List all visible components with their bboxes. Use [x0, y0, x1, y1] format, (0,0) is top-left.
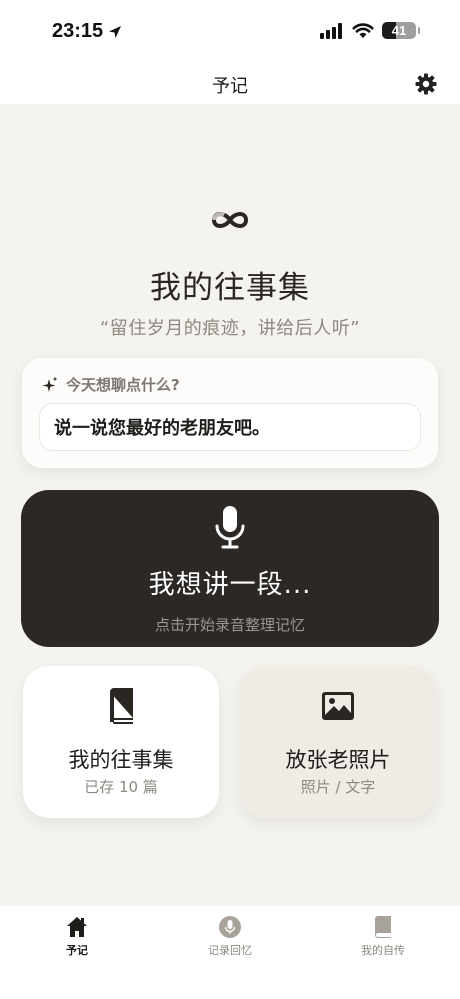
book-icon: [375, 916, 391, 938]
hero-subtitle: “留住岁月的痕迹，讲给后人听”: [99, 318, 361, 339]
tile-title: 我的往事集: [68, 748, 174, 772]
book-icon: [110, 688, 133, 724]
tab-label: 记录回忆: [208, 944, 252, 957]
status-time: 23:15: [52, 20, 123, 43]
time-text: 23:15: [52, 20, 104, 42]
hero-title: 我的往事集: [150, 270, 310, 306]
record-title: 我想讲一段...: [148, 570, 312, 600]
tab-my-autobiography[interactable]: 我的自传: [333, 916, 433, 958]
status-bar: 23:15 41: [0, 0, 460, 64]
microphone-icon: [215, 506, 245, 549]
battery-text: 41: [391, 23, 407, 38]
location-arrow-icon: [109, 25, 122, 38]
tab-label: 予记: [66, 944, 88, 957]
nav-bar: 予记: [0, 64, 460, 104]
home-icon: [67, 917, 87, 937]
tile-title: 放张老照片: [285, 748, 391, 772]
image-icon: [322, 692, 354, 720]
tab-record-memory[interactable]: 记录回忆: [180, 916, 280, 958]
record-memory-button[interactable]: 我想讲一段... 点击开始录音整理记忆: [21, 490, 439, 647]
add-old-photo-tile[interactable]: 放张老照片 照片 / 文字: [240, 666, 436, 818]
wifi-icon: [352, 22, 374, 38]
signal-icon: [320, 22, 342, 39]
tab-home[interactable]: 予记: [27, 916, 127, 958]
prompt-heading: 今天想聊点什么?: [66, 376, 180, 394]
sparkles-icon: [42, 376, 58, 392]
infinity-icon: [211, 212, 249, 228]
tile-subtitle: 已存 10 篇: [84, 778, 158, 796]
tile-subtitle: 照片 / 文字: [300, 778, 376, 796]
record-subtitle: 点击开始录音整理记忆: [154, 616, 305, 634]
status-icons: 41: [320, 22, 420, 39]
mic-circle-icon: [219, 916, 241, 938]
topic-prompt-card: 今天想聊点什么? 说一说您最好的老朋友吧。: [22, 358, 438, 468]
tab-bar: 予记 记录回忆 我的自传: [0, 906, 460, 999]
settings-gear-icon[interactable]: [414, 72, 438, 96]
memories-collection-tile[interactable]: 我的往事集 已存 10 篇: [23, 666, 219, 818]
page-title: 予记: [212, 76, 248, 97]
topic-suggestion[interactable]: 说一说您最好的老朋友吧。: [39, 403, 421, 451]
battery-indicator: 41: [382, 22, 420, 39]
topic-suggestion-text: 说一说您最好的老朋友吧。: [54, 418, 270, 439]
prompt-heading-row: 今天想聊点什么?: [42, 374, 180, 395]
tab-label: 我的自传: [361, 944, 405, 957]
